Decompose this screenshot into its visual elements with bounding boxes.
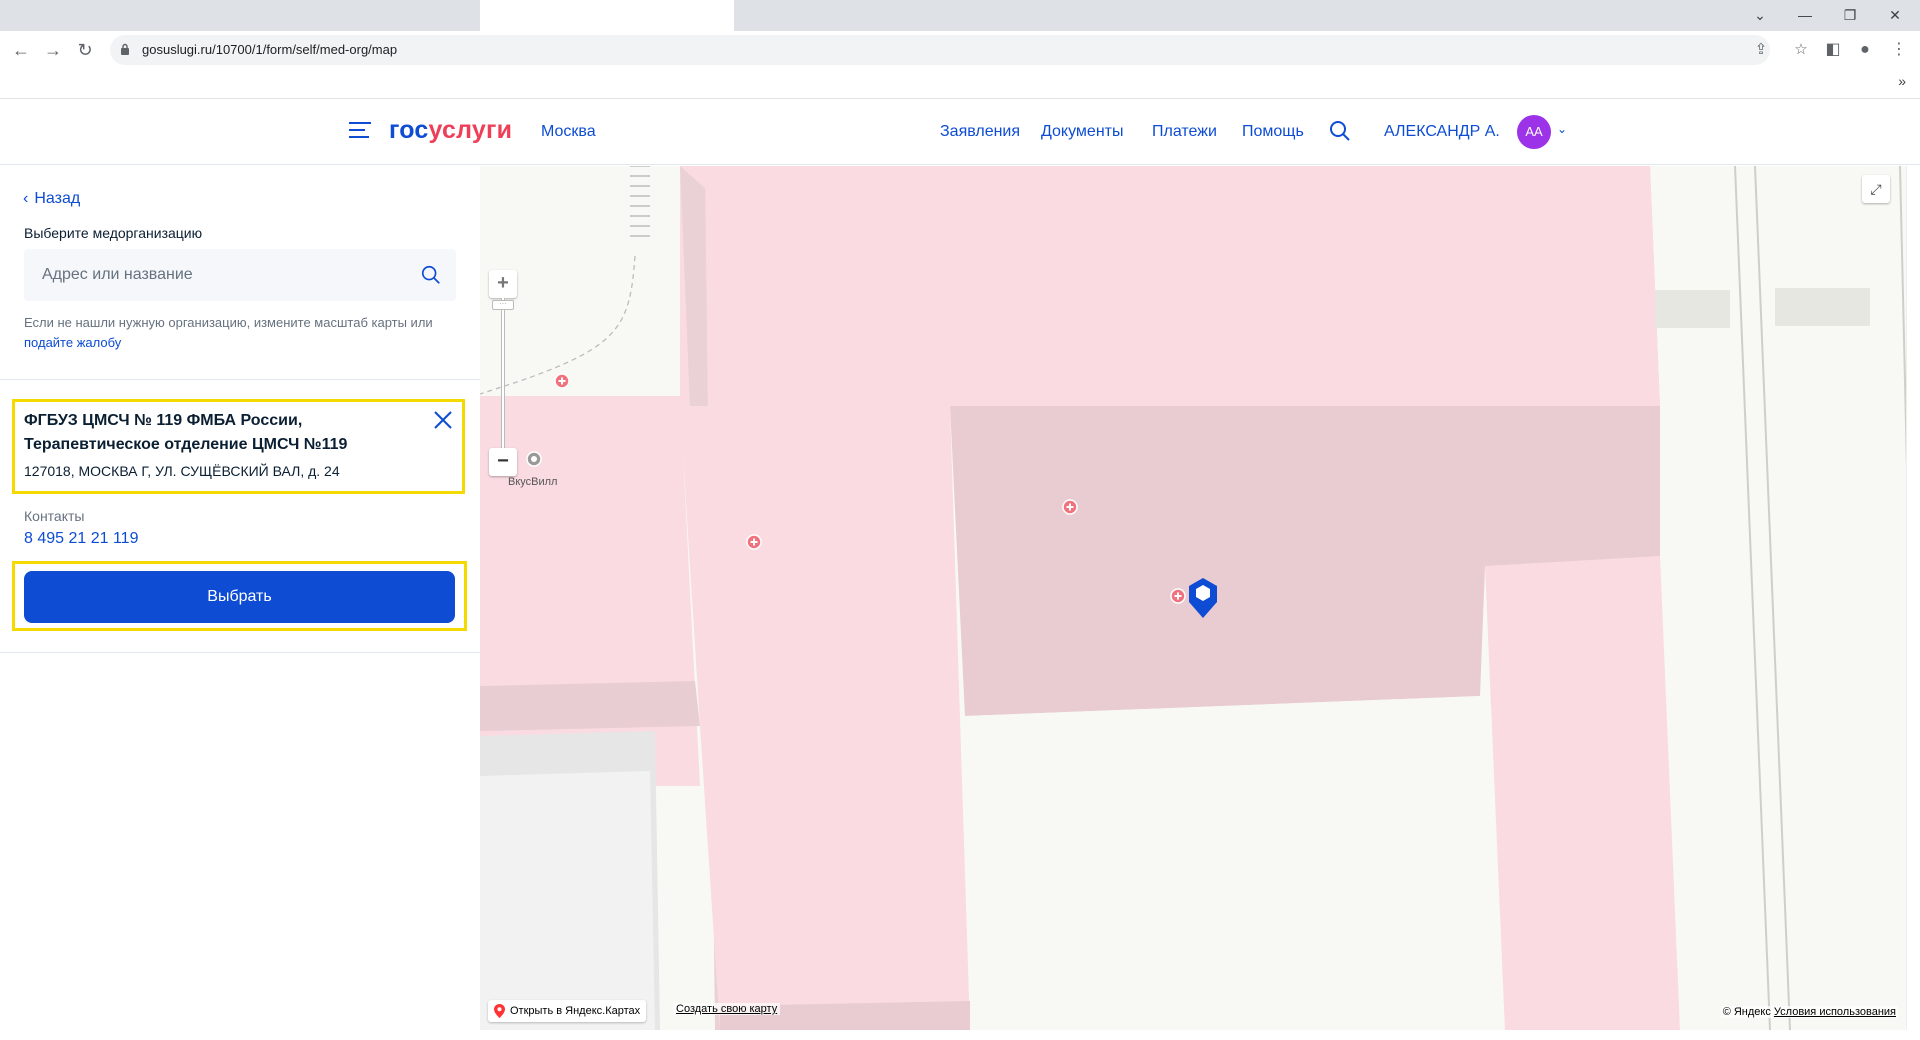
profile-icon[interactable]: ●: [1852, 37, 1878, 63]
terms-of-use-link[interactable]: Условия использования: [1774, 1006, 1896, 1018]
zoom-slider[interactable]: [501, 298, 505, 448]
bookmarks-overflow-icon[interactable]: »: [1898, 73, 1906, 89]
medical-poi-icon[interactable]: [746, 534, 762, 550]
medical-poi-icon[interactable]: [1062, 499, 1078, 515]
zoom-in-button[interactable]: +: [489, 270, 517, 298]
menu-burger-icon[interactable]: [349, 122, 371, 140]
site-header: госуслуги Москва Заявления Документы Пла…: [0, 100, 1920, 165]
org-search-box: [24, 249, 456, 301]
reload-icon[interactable]: ↻: [72, 37, 98, 63]
restore-icon[interactable]: ❐: [1835, 4, 1865, 26]
close-window-icon[interactable]: ✕: [1880, 4, 1910, 26]
chevron-down-icon[interactable]: ⌄: [1557, 122, 1571, 136]
user-name[interactable]: АЛЕКСАНДР А.: [1384, 123, 1500, 141]
browser-toolbar: ← → ↻ gosuslugi.ru/10700/1/form/self/med…: [0, 31, 1920, 69]
selected-location-pin-icon[interactable]: [1186, 576, 1220, 620]
bookmarks-bar: »: [0, 69, 1920, 99]
zoom-slider-handle[interactable]: ···: [492, 300, 514, 310]
address-bar[interactable]: gosuslugi.ru/10700/1/form/self/med-org/m…: [110, 35, 1808, 65]
shop-poi-icon[interactable]: [526, 451, 542, 467]
divider: [0, 379, 480, 380]
browser-tabstrip: ⌄ — ❐ ✕: [0, 0, 1920, 31]
share-icon[interactable]: ⇪: [1750, 39, 1772, 61]
zoom-out-button[interactable]: −: [489, 448, 517, 476]
yandex-map[interactable]: ВкусВилл + ··· − ⤢ Открыть в Яндекс.Карт…: [480, 166, 1920, 1030]
zoom-control: + ··· −: [489, 270, 517, 480]
map-pin-icon: [494, 1004, 505, 1018]
avatar[interactable]: АА: [1517, 115, 1551, 149]
browser-active-tab[interactable]: [480, 0, 734, 31]
bookmark-star-icon[interactable]: ☆: [1790, 39, 1812, 61]
close-icon[interactable]: [432, 409, 454, 431]
medical-poi-icon[interactable]: [554, 373, 570, 389]
create-map-link[interactable]: Создать свою карту: [673, 1003, 781, 1015]
org-name: ФГБУЗ ЦМСЧ № 119 ФМБА России, Терапевтич…: [24, 412, 348, 453]
fullscreen-icon[interactable]: ⤢: [1862, 175, 1890, 203]
city-selector[interactable]: Москва: [541, 123, 596, 141]
side-panel-icon[interactable]: ◧: [1820, 37, 1846, 63]
tab-search-icon[interactable]: ⌄: [1745, 4, 1775, 26]
nav-payments[interactable]: Платежи: [1152, 123, 1217, 141]
map-copyright: © Яндекс Условия использования: [1720, 1006, 1898, 1018]
select-title: Выберите медорганизацию: [24, 225, 203, 241]
contacts-label: Контакты: [24, 508, 85, 524]
forward-arrow-icon[interactable]: →: [40, 37, 66, 63]
select-button[interactable]: Выбрать: [24, 571, 455, 623]
minimize-icon[interactable]: —: [1790, 4, 1820, 26]
org-search-input[interactable]: [24, 249, 414, 301]
divider: [0, 652, 480, 653]
search-icon[interactable]: [1328, 119, 1352, 143]
open-in-yandex-maps-button[interactable]: Открыть в Яндекс.Картах: [488, 1000, 647, 1022]
back-arrow-icon[interactable]: ←: [8, 37, 34, 63]
search-hint: Если не нашли нужную организацию, измени…: [24, 315, 433, 350]
search-icon[interactable]: [420, 264, 442, 286]
gosuslugi-logo[interactable]: госуслуги: [389, 116, 512, 145]
complaint-link[interactable]: подайте жалобу: [24, 335, 121, 350]
lock-icon: [121, 43, 129, 55]
nav-documents[interactable]: Документы: [1041, 123, 1123, 141]
select-button-highlight: Выбрать: [12, 561, 467, 631]
org-phone[interactable]: 8 495 21 21 119: [24, 530, 138, 548]
kebab-menu-icon[interactable]: ⋮: [1886, 37, 1912, 63]
page-scrollbar[interactable]: [1906, 166, 1920, 1030]
med-org-panel: ‹Назад Выберите медорганизацию Если не н…: [0, 166, 480, 1040]
selected-org-card: ФГБУЗ ЦМСЧ № 119 ФМБА России, Терапевтич…: [12, 399, 465, 494]
org-address: 127018, МОСКВА Г, УЛ. СУЩЁВСКИЙ ВАЛ, д. …: [24, 463, 340, 479]
back-link[interactable]: ‹ Назад: [23, 190, 80, 208]
nav-applications[interactable]: Заявления: [940, 123, 1020, 141]
medical-poi-icon[interactable]: [1170, 588, 1186, 604]
chevron-left-icon: ‹: [23, 190, 29, 207]
page-bottom-edge: [0, 1030, 1920, 1040]
nav-help[interactable]: Помощь: [1242, 123, 1304, 141]
address-url[interactable]: gosuslugi.ru/10700/1/form/self/med-org/m…: [142, 42, 397, 57]
